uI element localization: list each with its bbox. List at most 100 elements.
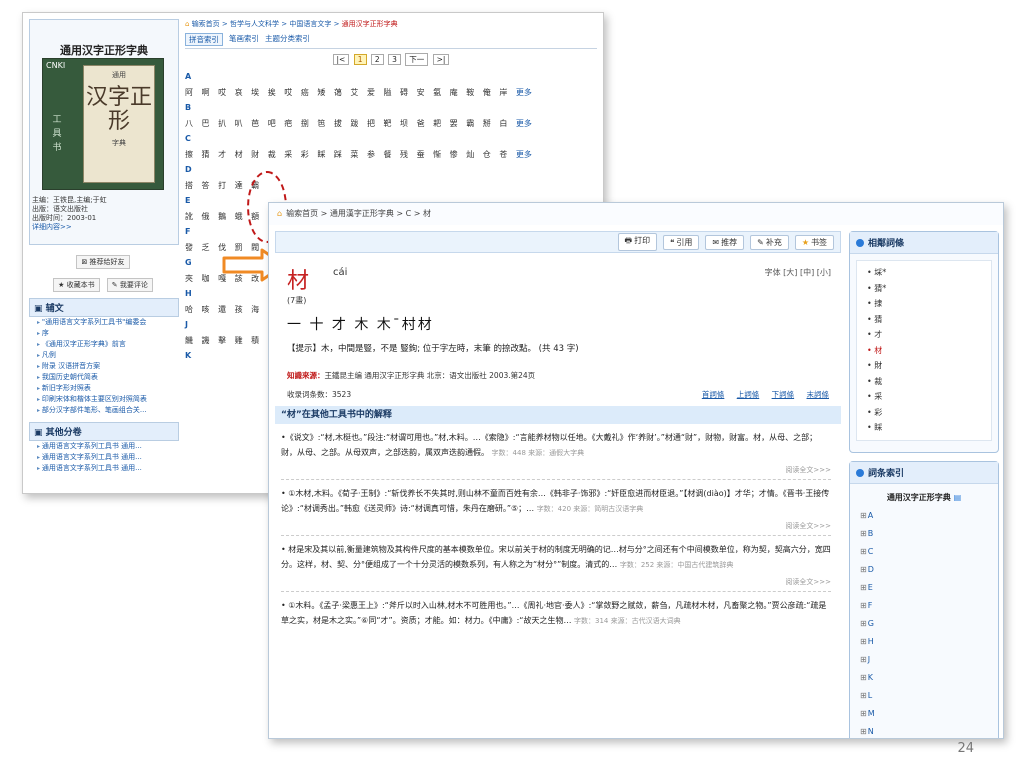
other-item[interactable]: 通用语言文字系列工具书 通用... [37, 452, 179, 463]
near-entry[interactable]: 猜 [867, 312, 981, 328]
count-value: 3523 [332, 390, 352, 399]
cover-panel: 通用 汉字正形 字典 [83, 65, 155, 183]
index-letter[interactable]: M [860, 705, 998, 723]
aux-item[interactable]: 印刷宋体和楷体主要区别对照简表 [37, 394, 179, 405]
cover-big-text: 汉字正形 [85, 85, 152, 134]
index-letter[interactable]: B [860, 525, 998, 543]
tab-pinyin[interactable]: 拼音索引 [185, 33, 223, 46]
headword: 材 [287, 269, 310, 294]
meta-editor: 主编：王铁昆,主编;于虹 [32, 196, 107, 204]
aux-item[interactable]: 新旧字形对照表 [37, 383, 179, 394]
recommend-button[interactable]: ✉ 推荐 [705, 234, 745, 250]
breadcrumb-current[interactable]: 通用汉字正形字典 [342, 20, 398, 28]
breadcrumb-item[interactable]: 输索首页 [192, 20, 220, 28]
first-entry-link[interactable]: 首詞條 [702, 390, 725, 399]
section-other-header[interactable]: ▣ 其他分卷 [29, 422, 179, 441]
stroke-count: (7畫) [287, 296, 307, 305]
meta-publisher: 出版：语文出版社 [32, 205, 88, 213]
near-entry[interactable]: 捸 [867, 296, 981, 312]
prev-entry-link[interactable]: 上詞條 [737, 390, 760, 399]
near-entry[interactable]: 埰* [867, 265, 981, 281]
index-letter[interactable]: C [860, 543, 998, 561]
breadcrumb-item[interactable]: 中国语言文字 [289, 20, 331, 28]
index-letter[interactable]: E [860, 579, 998, 597]
recommend-button[interactable]: ⊠ 推荐给好友 [76, 255, 130, 269]
char-row[interactable]: 擦 猜 才 材 财 裁 采 彩 睬 踩 菜 参 餐 残 蚕 惭 惨 灿 仓 苍 … [185, 149, 597, 159]
index-dict-name[interactable]: 通用汉字正形字典 ▤ [850, 492, 998, 503]
pager-next[interactable]: 下一 [405, 53, 429, 66]
comment-button[interactable]: ✎ 我要评论 [106, 278, 153, 292]
tab-stroke[interactable]: 笔画索引 [229, 33, 259, 46]
index-letter[interactable]: D [860, 561, 998, 579]
aux-item[interactable]: 附录 汉语拼音方案 [37, 361, 179, 372]
near-entry[interactable]: 裁 [867, 374, 981, 390]
explanation-entry: • ①木材,木料。《荀子·王制》:“斩伐养长不失其时,则山林不童而百姓有余…《韩… [275, 480, 841, 517]
cite-button[interactable]: ❝ 引用 [663, 234, 700, 250]
aux-item[interactable]: 凡例 [37, 350, 179, 361]
index-letter[interactable]: N [860, 723, 998, 738]
more-link[interactable]: 更多 [516, 119, 532, 128]
near-entries-list: 埰* 猜* 捸 猜 才 材 財 裁 采 彩 睬 [856, 260, 992, 441]
bookmark-button[interactable]: ★ 书签 [794, 234, 834, 250]
section-aux-header[interactable]: ▣ 辅文 [29, 298, 179, 317]
detail-link[interactable]: 详细内容>> [32, 223, 107, 232]
read-more-link[interactable]: 阅读全文>>> [275, 465, 841, 475]
next-entry-link[interactable]: 下詞條 [772, 390, 795, 399]
aux-list: "通用语言文字系列工具书"编委会 序 《通用汉字正形字典》前言 凡例 附录 汉语… [29, 317, 179, 416]
explanation-entry: • ①木料。《孟子·梁惠王上》:“斧斤以时入山林,材木不可胜用也。”…《周礼·地… [275, 592, 841, 629]
aux-item[interactable]: 《通用汉字正形字典》前言 [37, 339, 179, 350]
near-entry[interactable]: 才 [867, 327, 981, 343]
char-row[interactable]: 八 巴 扒 叭 芭 吧 疤 捌 笆 拔 跋 把 靶 坝 爸 耙 罢 霸 掰 白 … [185, 118, 597, 128]
favorite-button[interactable]: ★ 收藏本书 [53, 278, 100, 292]
pager-page[interactable]: 3 [388, 54, 401, 65]
near-entry[interactable]: 財 [867, 358, 981, 374]
other-item[interactable]: 通用语言文字系列工具书 通用... [37, 441, 179, 452]
meta-date: 出版时间：2003-01 [32, 214, 97, 222]
pager-page[interactable]: 2 [370, 54, 384, 65]
index-letter[interactable]: F [860, 597, 998, 615]
explanation-entry: •《说文》:“材,木梃也。”段注:“材谓可用也。”材,木料。…《索隐》:“言能养… [275, 424, 841, 461]
index-letter[interactable]: J [860, 651, 998, 669]
index-letter[interactable]: H [860, 633, 998, 651]
index-letter[interactable]: L [860, 687, 998, 705]
last-entry-link[interactable]: 末詞條 [807, 390, 830, 399]
more-link[interactable]: 更多 [516, 150, 532, 159]
near-entry[interactable]: 彩 [867, 405, 981, 421]
index-letter[interactable]: K [860, 669, 998, 687]
headword-row: 材 cái 字体 [大] [中] [小] [275, 263, 841, 294]
pager: |< 1 2 3 下一 >| [185, 53, 597, 66]
pinyin: cái [333, 267, 348, 278]
aux-item[interactable]: "通用语言文字系列工具书"编委会 [37, 317, 179, 328]
index-letter[interactable]: A [860, 507, 998, 525]
entry-meta: 字数：252 来源：中国古代建筑辞典 [619, 561, 734, 569]
other-item[interactable]: 通用语言文字系列工具书 通用... [37, 463, 179, 474]
breadcrumb-item[interactable]: 哲学与人文科学 [230, 20, 279, 28]
more-link[interactable]: 更多 [516, 88, 532, 97]
font-size-switch[interactable]: 字体 [大] [中] [小] [765, 267, 831, 278]
near-entry-current[interactable]: 材 [867, 343, 981, 359]
tab-topic[interactable]: 主题分类索引 [265, 33, 310, 46]
print-button[interactable]: 🖶 打印 [617, 233, 658, 251]
char-row[interactable]: 搭 答 打 達 霸 [185, 180, 597, 190]
pager-last[interactable]: >| [432, 54, 450, 65]
book-cover[interactable]: CNKI 工具书 通用 汉字正形 字典 [42, 58, 164, 190]
near-entry[interactable]: 睬 [867, 420, 981, 436]
supplement-button[interactable]: ✎ 补充 [750, 234, 789, 250]
read-more-link[interactable]: 阅读全文>>> [275, 577, 841, 587]
char-row[interactable]: 阿 啊 哎 哀 埃 挨 哎 癌 矮 蔼 艾 爱 隘 碍 安 氨 庵 鞍 俺 岸 … [185, 87, 597, 97]
entry-meta: 字数：448 来源：通假大字典 [491, 449, 585, 457]
read-more-link[interactable]: 阅读全文>>> [275, 521, 841, 531]
aux-item[interactable]: 序 [37, 328, 179, 339]
near-entry[interactable]: 采 [867, 389, 981, 405]
index-letter[interactable]: G [860, 615, 998, 633]
letter-heading: C [185, 134, 191, 143]
right-sidebar: 相鄰詞條 埰* 猜* 捸 猜 才 材 財 裁 采 彩 睬 詞条索引 通用汉字正形… [849, 231, 999, 738]
count-label: 收录词条数： [287, 390, 332, 399]
entry-toolbar: 🖶 打印 ❝ 引用 ✉ 推荐 ✎ 补充 ★ 书签 [275, 231, 841, 253]
aux-item[interactable]: 我国历史朝代简表 [37, 372, 179, 383]
pager-first[interactable]: |< [332, 54, 350, 65]
cover-bottom-text: 字典 [112, 139, 126, 147]
pager-page[interactable]: 1 [353, 54, 367, 65]
aux-item[interactable]: 部分汉字部件笔形、笔画组合关... [37, 405, 179, 416]
near-entry[interactable]: 猜* [867, 281, 981, 297]
